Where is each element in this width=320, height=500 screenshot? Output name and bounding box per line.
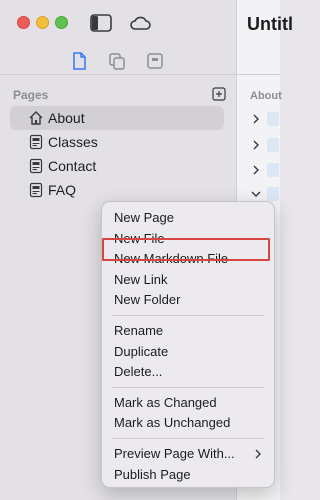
chevron-right-icon[interactable] [251, 114, 261, 124]
sidebar-item-about[interactable]: About [10, 106, 224, 130]
menu-item-mark-as-unchanged[interactable]: Mark as Unchanged [114, 415, 230, 430]
item-thumbnail [267, 163, 279, 177]
minimize-window-button[interactable] [36, 16, 49, 29]
menu-item-preview-page-with[interactable]: Preview Page With... [114, 446, 235, 461]
sidebar-item-label: Classes [48, 134, 98, 150]
menu-item-publish-page[interactable]: Publish Page [114, 467, 191, 482]
sidebar-toggle-icon[interactable] [89, 12, 113, 34]
sidebar-item-faq[interactable]: FAQ [10, 178, 224, 202]
document-title: Untitl [247, 14, 293, 34]
sidebar-item-label: Contact [48, 158, 97, 174]
close-window-button[interactable] [17, 16, 30, 29]
files-tab-icon[interactable] [107, 51, 127, 71]
chevron-right-icon[interactable] [251, 140, 261, 150]
item-thumbnail [267, 112, 279, 126]
sidebar-item-label: About [48, 110, 85, 126]
item-thumbnail [267, 187, 279, 201]
chevron-right-icon [255, 449, 261, 459]
menu-item-mark-as-changed[interactable]: Mark as Changed [114, 395, 217, 410]
menu-separator [112, 315, 264, 316]
cloud-icon[interactable] [128, 12, 152, 34]
html-page-icon [28, 134, 44, 150]
editor-section-label: About [250, 90, 282, 102]
house-icon [28, 110, 44, 126]
annotation-highlight-box [102, 238, 270, 261]
sidebar-divider [0, 74, 236, 75]
sidebar-item-classes[interactable]: Classes [10, 130, 224, 154]
pages-tab-icon[interactable] [69, 51, 89, 71]
chevron-down-icon[interactable] [251, 189, 261, 199]
sidebar-item-contact[interactable]: Contact [10, 154, 224, 178]
maximize-window-button[interactable] [55, 16, 68, 29]
menu-separator [112, 438, 264, 439]
menu-item-rename[interactable]: Rename [114, 323, 163, 338]
menu-separator [112, 387, 264, 388]
chevron-right-icon[interactable] [251, 165, 261, 175]
menu-item-new-page[interactable]: New Page [114, 210, 174, 225]
html-page-icon [28, 182, 44, 198]
menu-item-new-folder[interactable]: New Folder [114, 292, 180, 307]
html-page-icon [28, 158, 44, 174]
pages-section-title: Pages [13, 88, 49, 102]
editor-divider [237, 74, 281, 75]
sidebar-item-label: FAQ [48, 182, 77, 198]
add-page-icon[interactable] [212, 87, 226, 101]
titlebar [0, 0, 236, 76]
menu-item-duplicate[interactable]: Duplicate [114, 344, 168, 359]
menu-item-new-link[interactable]: New Link [114, 272, 167, 287]
assets-tab-icon[interactable] [145, 51, 165, 71]
item-thumbnail [267, 138, 279, 152]
menu-item-delete[interactable]: Delete... [114, 364, 162, 379]
